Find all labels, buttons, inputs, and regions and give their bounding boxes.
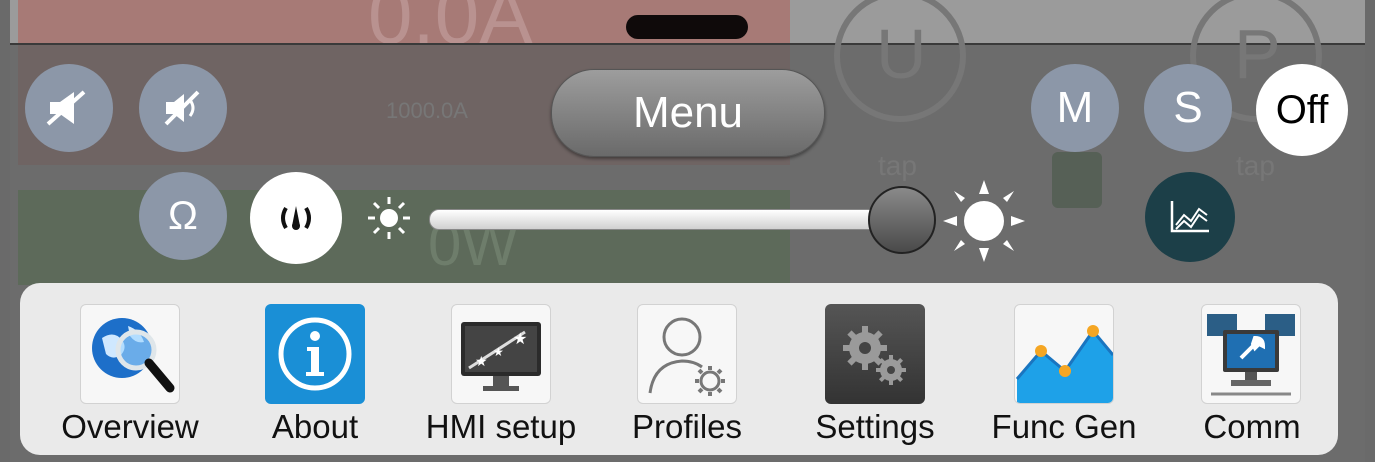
graph-button[interactable] — [1145, 172, 1235, 262]
output-off-button[interactable]: Off — [1256, 64, 1348, 156]
brightness-high-icon — [943, 180, 1025, 262]
speaker-mute-button[interactable] — [25, 64, 113, 152]
line-chart-icon — [1170, 201, 1209, 233]
remote-signal-icon — [281, 206, 311, 230]
sound-mute-button[interactable] — [139, 64, 227, 152]
speaker-mute-icon — [46, 90, 86, 126]
overview-label[interactable]: Overview — [30, 408, 230, 446]
info-icon — [278, 317, 352, 391]
user-gear-icon — [648, 317, 725, 396]
display-stars-icon: ★ ★ ★ — [461, 322, 541, 391]
hmi-setup-tile[interactable]: ★ ★ ★ — [451, 304, 551, 404]
about-tile[interactable] — [265, 304, 365, 404]
background-current-limit: 1000.0A — [386, 98, 468, 123]
menu-button[interactable]: Menu — [551, 69, 825, 157]
background-tap-left: tap — [878, 150, 917, 181]
background-tap-right: tap — [1236, 150, 1275, 181]
about-label[interactable]: About — [215, 408, 415, 446]
background-indicator — [1052, 152, 1102, 208]
settings-tile[interactable] — [825, 304, 925, 404]
pull-handle[interactable] — [626, 15, 748, 39]
func-gen-tile[interactable] — [1014, 304, 1114, 404]
sound-mute-icon — [164, 90, 200, 126]
network-computers-icon — [1207, 314, 1295, 396]
svg-text:★: ★ — [513, 329, 527, 348]
brightness-slider[interactable] — [429, 209, 893, 230]
settings-label[interactable]: Settings — [775, 408, 975, 446]
profiles-label[interactable]: Profiles — [587, 408, 787, 446]
line-graph-icon — [1015, 325, 1113, 403]
slave-mode-button[interactable]: S — [1144, 64, 1232, 152]
overview-tile[interactable] — [80, 304, 180, 404]
background-u-letter: U — [876, 15, 927, 93]
globe-magnifier-icon — [92, 318, 175, 393]
brightness-slider-knob[interactable] — [868, 186, 936, 254]
func-gen-label[interactable]: Func Gen — [964, 408, 1164, 446]
gears-icon — [843, 326, 906, 385]
master-mode-button[interactable]: M — [1031, 64, 1119, 152]
hmi-setup-label[interactable]: HMI setup — [401, 408, 601, 446]
svg-text:★: ★ — [475, 354, 488, 370]
profiles-tile[interactable] — [637, 304, 737, 404]
svg-text:★: ★ — [493, 345, 504, 359]
resistance-mode-button[interactable]: Ω — [139, 172, 227, 260]
brightness-low-icon — [368, 197, 410, 239]
comm-label[interactable]: Comm — [1152, 408, 1352, 446]
comm-tile[interactable] — [1201, 304, 1301, 404]
remote-control-button[interactable] — [250, 172, 342, 264]
